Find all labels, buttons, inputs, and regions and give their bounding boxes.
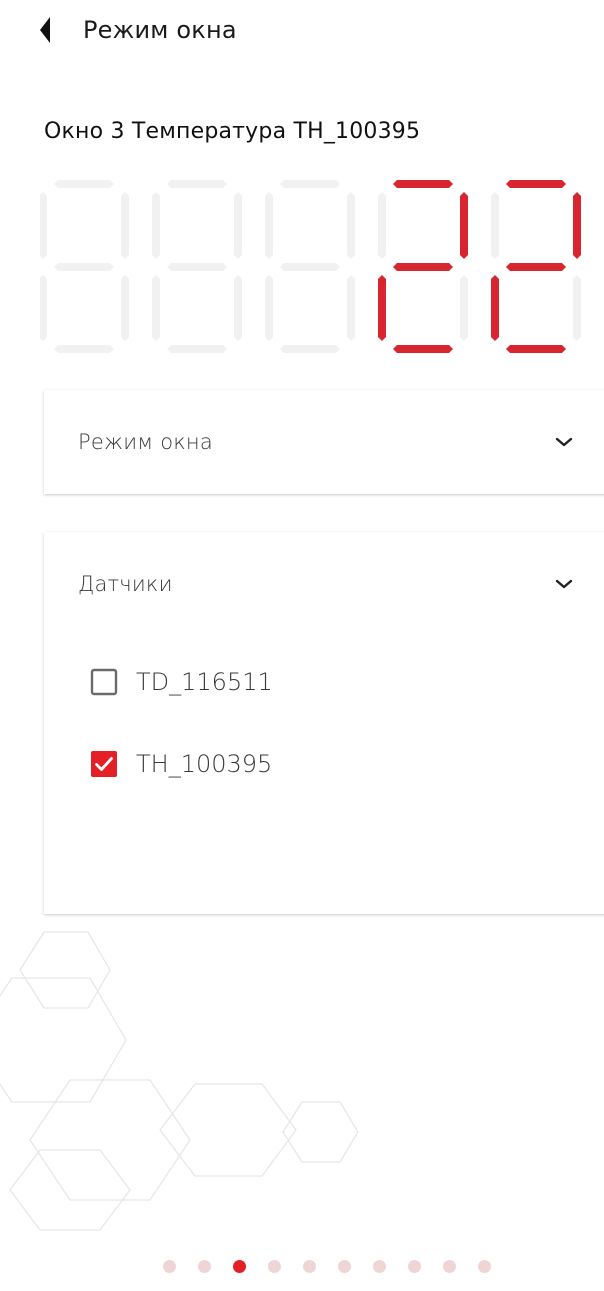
segment-e <box>265 275 273 341</box>
chevron-down-icon <box>554 432 574 452</box>
checkbox-checked[interactable] <box>90 750 118 778</box>
page-dot[interactable] <box>338 1260 351 1273</box>
segment-f <box>378 192 386 259</box>
window-mode-label: Режим окна <box>78 430 213 454</box>
sensor-label: TH_100395 <box>136 750 273 778</box>
page-dot-active[interactable] <box>233 1260 246 1273</box>
segment-g <box>393 263 453 271</box>
segment-e <box>491 275 499 341</box>
page-dot[interactable] <box>163 1260 176 1273</box>
segment-f <box>265 192 273 259</box>
segment-f <box>491 192 499 259</box>
segment-d <box>167 345 227 353</box>
top-bar: Режим окна <box>0 0 604 64</box>
page-dot[interactable] <box>373 1260 386 1273</box>
segment-c <box>573 275 581 341</box>
segment-a <box>393 180 453 188</box>
sensors-dropdown[interactable]: Датчики <box>44 532 604 636</box>
display-digit <box>491 180 581 353</box>
page-dot[interactable] <box>478 1260 491 1273</box>
segment-f <box>152 192 160 259</box>
segment-d <box>54 345 114 353</box>
segment-d <box>506 345 566 353</box>
display-digit <box>152 180 242 353</box>
page-dot[interactable] <box>443 1260 456 1273</box>
segment-b <box>234 192 242 259</box>
window-mode-dropdown[interactable]: Режим окна <box>44 390 604 494</box>
display-digit <box>378 180 468 353</box>
segment-a <box>167 180 227 188</box>
segment-a <box>506 180 566 188</box>
display-digit <box>40 180 129 353</box>
segment-c <box>234 275 242 341</box>
segment-a <box>54 180 114 188</box>
segment-f <box>40 192 47 259</box>
page-title: Режим окна <box>83 16 237 44</box>
page-dot[interactable] <box>408 1260 421 1273</box>
segment-d <box>393 345 453 353</box>
segment-e <box>40 275 47 341</box>
sensors-label: Датчики <box>78 572 173 596</box>
segment-b <box>121 192 129 259</box>
segment-b <box>460 192 468 259</box>
sensors-card: Датчики TD_116511 TH_100395 <box>44 532 604 914</box>
checkbox-unchecked[interactable] <box>90 668 118 696</box>
page-dot[interactable] <box>198 1260 211 1273</box>
hexagon-pattern-decoration <box>0 931 359 1231</box>
segment-c <box>347 275 355 341</box>
seven-segment-display <box>40 180 581 353</box>
segment-e <box>378 275 386 341</box>
segment-g <box>280 263 340 271</box>
page-dot[interactable] <box>268 1260 281 1273</box>
segment-b <box>573 192 581 259</box>
display-digit <box>265 180 355 353</box>
segment-c <box>460 275 468 341</box>
segment-g <box>506 263 566 271</box>
segment-d <box>280 345 340 353</box>
segment-e <box>152 275 160 341</box>
back-button[interactable] <box>34 14 60 46</box>
segment-a <box>280 180 340 188</box>
back-triangle-icon <box>40 17 50 43</box>
chevron-down-icon <box>554 574 574 594</box>
page-indicator <box>0 1258 604 1278</box>
temperature-display <box>40 176 604 366</box>
segment-b <box>347 192 355 259</box>
segment-g <box>167 263 227 271</box>
page-dot[interactable] <box>303 1260 316 1273</box>
sensor-label: TD_116511 <box>136 668 273 696</box>
window-title: Окно 3 Температура TH_100395 <box>44 119 421 144</box>
segment-g <box>54 263 114 271</box>
segment-c <box>121 275 129 341</box>
window-mode-card: Режим окна <box>44 390 604 494</box>
